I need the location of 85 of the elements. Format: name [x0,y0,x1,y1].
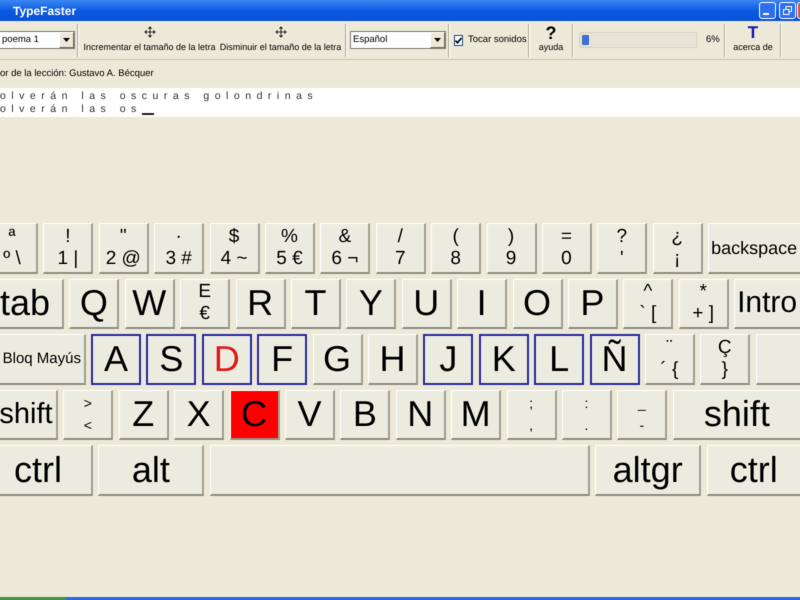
letter-key: Y [346,278,396,329]
language-dropdown[interactable]: Español [350,31,446,49]
letter-key: C [230,390,280,440]
letter-key: J [423,334,474,384]
caret-down-icon [63,38,70,42]
dropdown-button[interactable] [430,32,445,48]
letter-key: G [312,334,363,384]
letter-key: P [568,278,618,329]
sound-checkbox[interactable] [454,34,463,46]
function-key: Bloq Mayús [0,334,86,384]
symbol-key: ! 1 | [43,223,94,274]
symbol-key: ) 9 [486,223,537,274]
letter-key: V [284,390,335,440]
letter-key: A [90,334,141,384]
function-key: altgr [595,445,702,496]
four-arrows-icon [274,26,286,38]
letter-key: S [146,334,196,384]
symbol-key: Ç } [700,334,750,384]
letter-key: O [512,278,563,329]
letter-key: Q [69,278,120,329]
symbol-key: ; , [506,390,557,440]
letter-key: B [340,390,390,440]
letter-key: F [257,334,308,384]
letter-key: H [368,334,418,384]
restore-icon [783,6,792,15]
function-key: Intro [734,278,800,329]
symbol-key: ? ' [597,223,648,274]
letter-key: N [396,390,446,440]
symbol-key: ¿ ¡ [652,223,703,274]
start-button[interactable] [0,597,66,600]
symbol-key: ( 8 [431,223,482,274]
progress-reading: 6% [706,32,720,47]
four-arrows-icon [144,26,156,38]
letter-key: M [451,390,502,440]
symbol-key: ¨ ´ { [644,334,695,384]
symbol-key: > < [63,390,114,440]
caret-down-icon [434,38,441,42]
restore-button[interactable] [779,2,796,19]
letter-key: T [290,278,341,329]
function-key: backspace [708,223,800,274]
minimize-button[interactable] [759,2,776,19]
symbol-key: · 3 # [154,223,204,274]
about-button[interactable]: T acerca de [728,23,778,57]
function-key: shift [672,390,800,440]
function-key: shift [0,390,58,440]
symbol-key: / 7 [376,223,426,274]
letter-key: D [202,334,252,384]
function-key: alt [98,445,204,496]
letter-key: X [174,390,224,440]
text-cursor [142,113,154,114]
letter-key: Ñ [590,334,640,384]
letter-key: I [457,278,508,329]
window-title: TypeFaster [13,2,76,20]
typed-text: olverán las os [0,102,142,116]
minimize-icon [763,13,769,15]
letter-key: L [534,334,584,384]
symbol-key: E € [180,278,230,329]
symbol-key: : . [562,390,612,440]
symbol-key: _ - [617,390,668,440]
decrease-font-button[interactable]: Disminuir el tamaño de la letra [218,23,343,57]
letter-key: Z [118,390,169,440]
dropdown-button[interactable] [59,32,74,48]
function-key: tab [0,278,64,329]
help-button[interactable]: ? ayuda [532,23,570,57]
symbol-key: % 5 € [264,223,315,274]
increase-font-button[interactable]: Incrementar el tamaño de la letra [81,23,218,57]
target-text: olverán las oscuras golondrinas [0,90,318,102]
symbol-key: & 6 ¬ [320,223,370,274]
check-icon [455,36,462,44]
checkbox-label[interactable]: Tocar sonidos [468,32,527,48]
function-key: ctrl [0,445,93,496]
symbol-key: * + ] [678,278,729,329]
symbol-key: ^ ` [ [623,278,674,329]
symbol-key: ª º \ [0,223,38,274]
symbol-key: = 0 [542,223,592,274]
function-key: ctrl [706,445,800,496]
letter-key: W [124,278,175,329]
letter-key: U [402,278,452,329]
lesson-author: or de la lección: Gustavo A. Bécquer [0,66,154,81]
symbol-key: $ 4 ~ [210,223,260,274]
close-button[interactable] [797,2,800,19]
letter-key: R [236,278,286,329]
letter-key: K [478,334,529,384]
lesson-dropdown[interactable]: poema 1 [0,31,75,49]
symbol-key: " 2 @ [98,223,149,274]
